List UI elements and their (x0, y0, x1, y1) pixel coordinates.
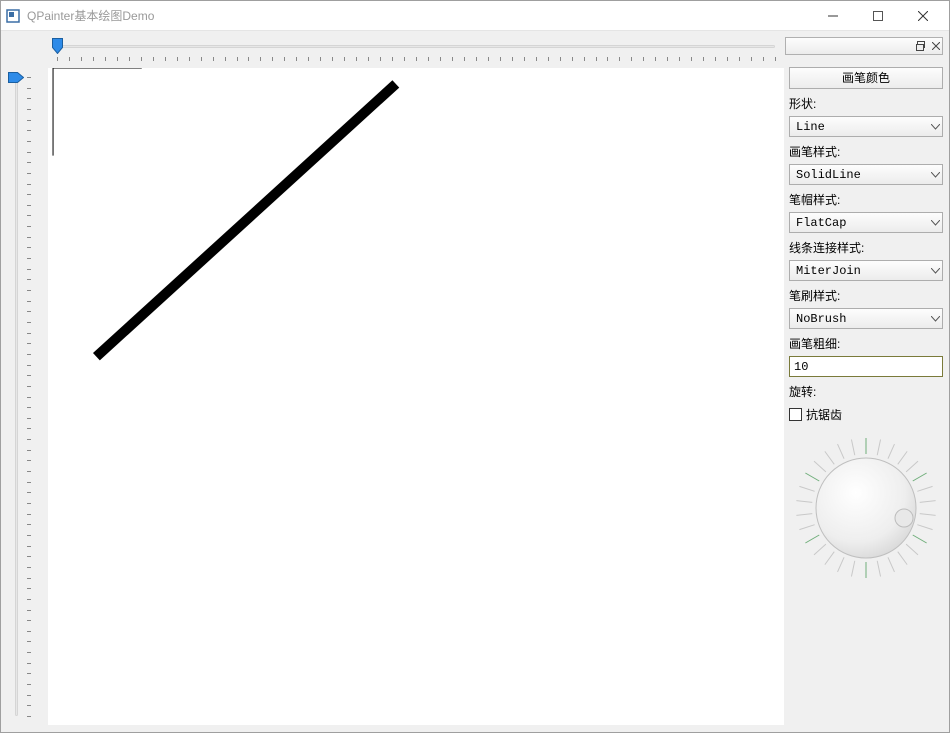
brush-style-value: NoBrush (796, 312, 846, 326)
titlebar[interactable]: QPainter基本绘图Demo (1, 1, 949, 31)
join-style-label: 线条连接样式: (789, 237, 943, 256)
pen-width-spinbox[interactable] (789, 356, 943, 377)
pen-width-label: 画笔粗细: (789, 333, 943, 352)
minimize-button[interactable] (810, 1, 855, 30)
chevron-down-icon (931, 264, 940, 278)
antialias-checkbox[interactable] (789, 408, 802, 421)
app-icon (5, 8, 21, 24)
pen-color-button[interactable]: 画笔颜色 (789, 67, 943, 89)
join-style-value: MiterJoin (796, 264, 861, 278)
dock-header[interactable] (785, 37, 943, 55)
chevron-down-icon (931, 120, 940, 134)
shape-value: Line (796, 120, 825, 134)
hslider-handle[interactable] (52, 38, 63, 54)
chevron-down-icon (931, 216, 940, 230)
close-button[interactable] (900, 1, 945, 30)
pen-style-combo[interactable]: SolidLine (789, 164, 943, 185)
pen-style-label: 画笔样式: (789, 141, 943, 160)
cap-style-label: 笔帽样式: (789, 189, 943, 208)
join-style-combo[interactable]: MiterJoin (789, 260, 943, 281)
brush-style-label: 笔刷样式: (789, 285, 943, 304)
vslider-handle[interactable] (8, 72, 24, 83)
window-title: QPainter基本绘图Demo (27, 7, 810, 24)
canvas-guide (53, 68, 142, 156)
drawing-canvas[interactable] (47, 67, 785, 726)
shape-label: 形状: (789, 93, 943, 112)
maximize-button[interactable] (855, 1, 900, 30)
content-area: 画笔颜色 形状: Line 画笔样式: SolidLine 笔帽样式: Flat… (1, 31, 949, 732)
window-controls (810, 1, 945, 30)
app-window: QPainter基本绘图Demo (0, 0, 950, 733)
rotation-dial[interactable] (791, 433, 941, 583)
drawn-line (96, 84, 395, 357)
cap-style-combo[interactable]: FlatCap (789, 212, 943, 233)
dock-close-icon[interactable] (932, 42, 940, 50)
chevron-down-icon (931, 312, 940, 326)
rotation-label: 旋转: (789, 381, 943, 400)
vertical-slider[interactable] (7, 67, 47, 726)
chevron-down-icon (931, 168, 940, 182)
antialias-label: 抗锯齿 (806, 406, 842, 423)
horizontal-slider[interactable] (47, 37, 785, 67)
properties-panel: 画笔颜色 形状: Line 画笔样式: SolidLine 笔帽样式: Flat… (785, 67, 943, 726)
shape-combo[interactable]: Line (789, 116, 943, 137)
brush-style-combo[interactable]: NoBrush (789, 308, 943, 329)
dock-float-icon[interactable] (916, 41, 926, 51)
pen-width-input[interactable] (790, 357, 950, 376)
cap-style-value: FlatCap (796, 216, 846, 230)
dial-handle[interactable] (895, 509, 913, 527)
pen-style-value: SolidLine (796, 168, 861, 182)
